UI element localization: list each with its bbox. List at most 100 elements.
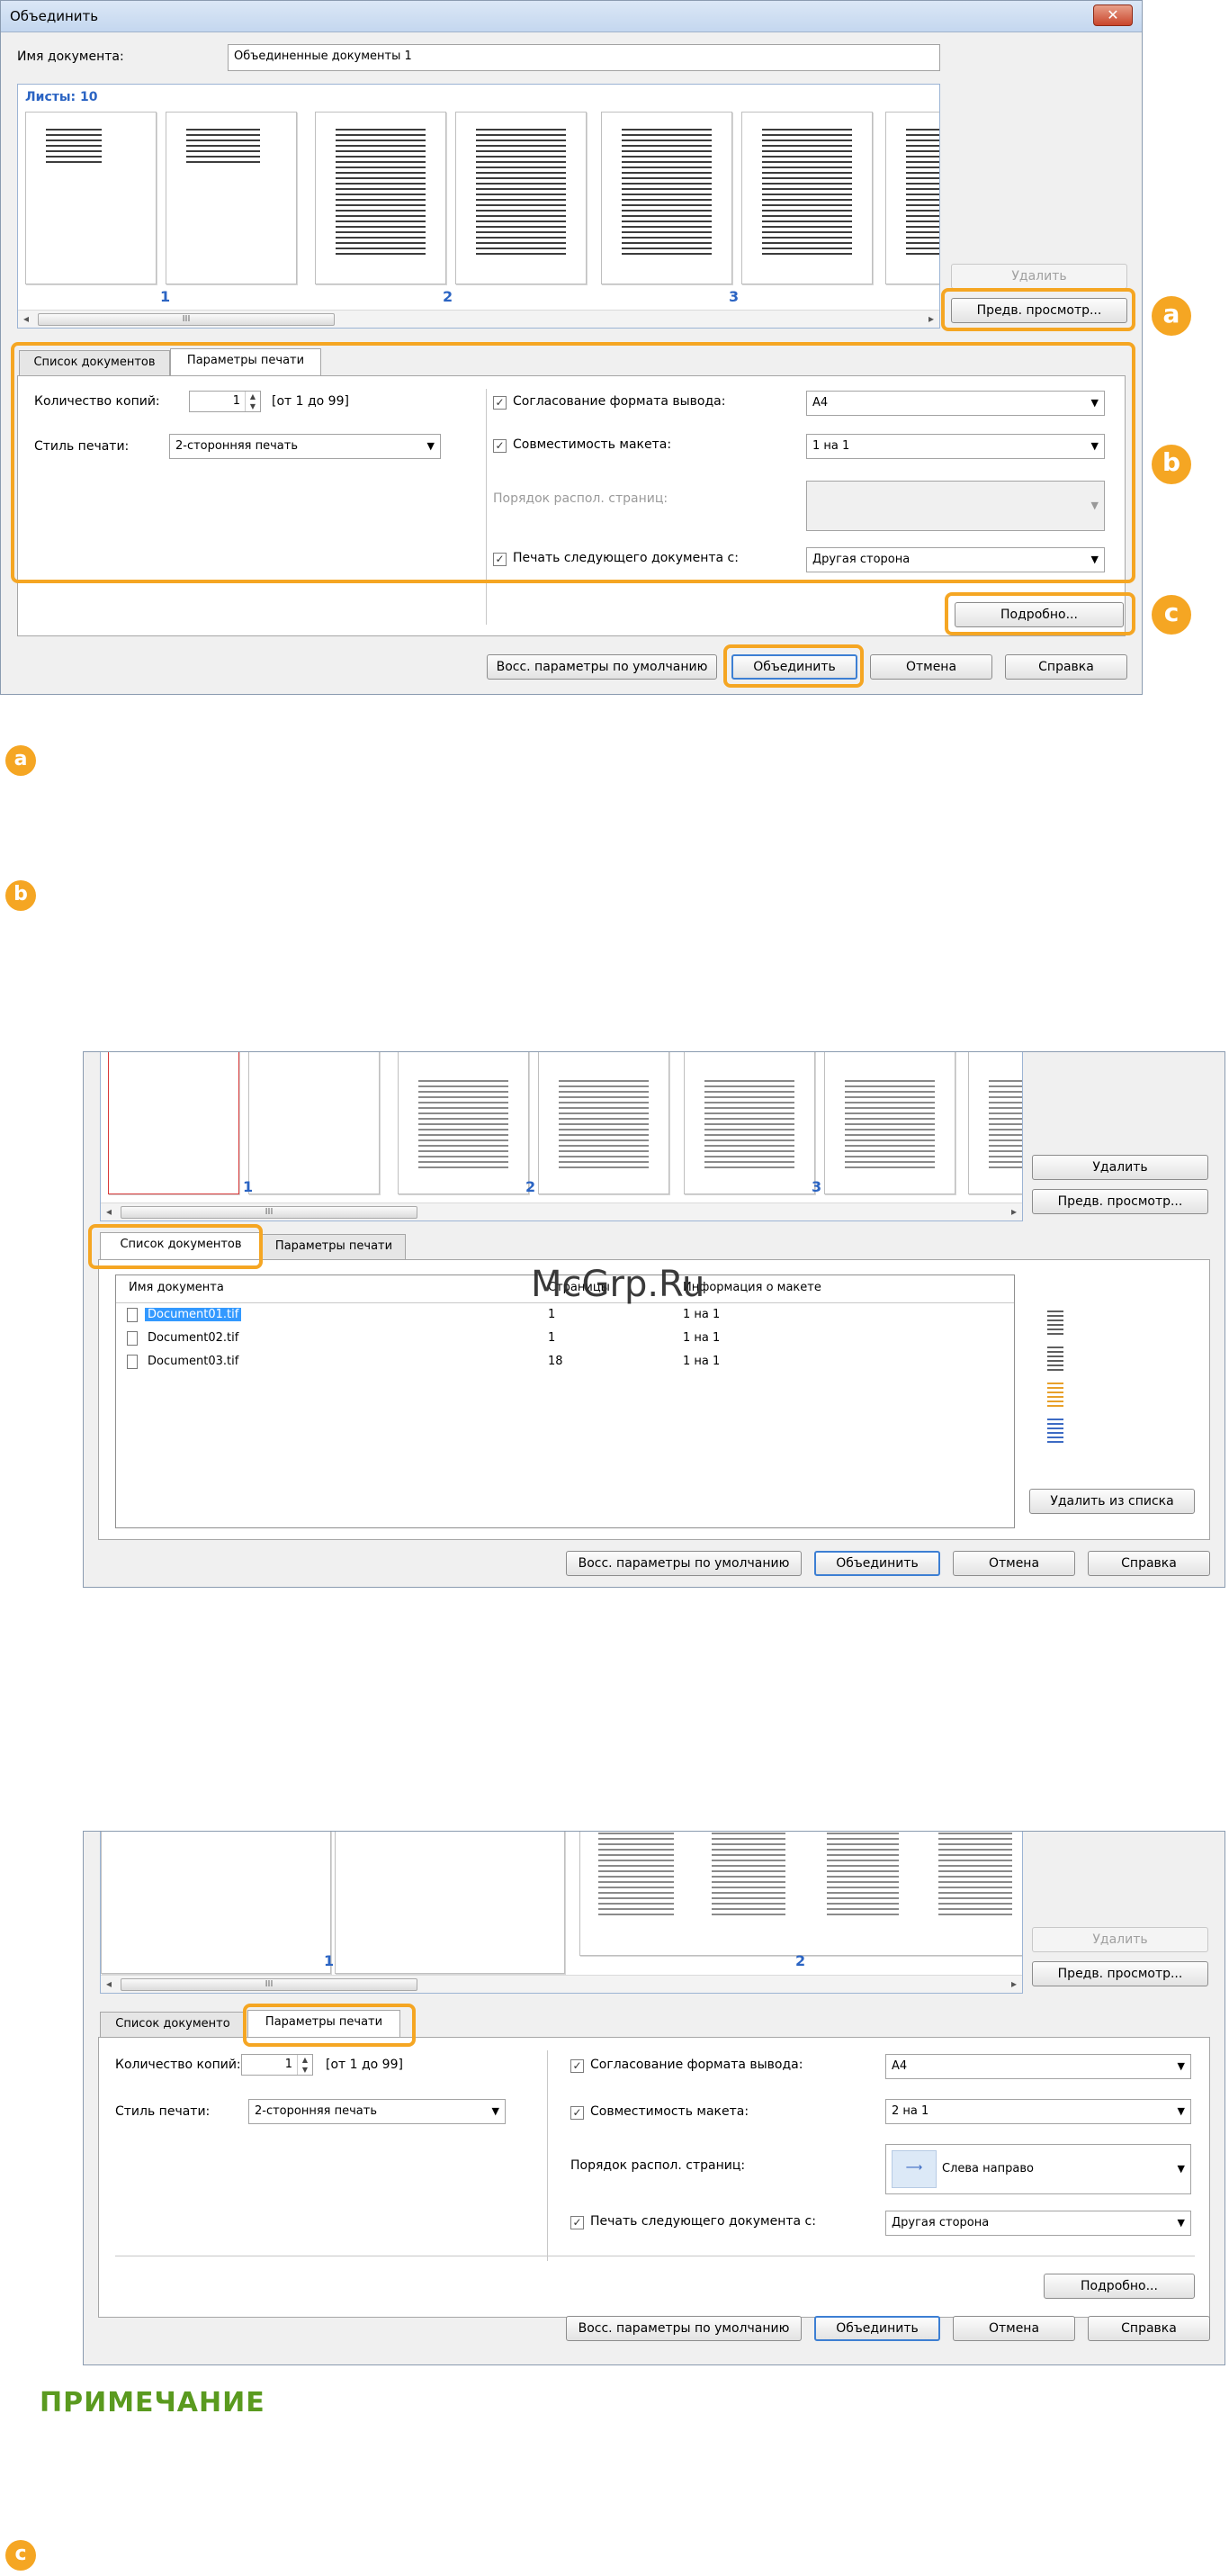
print-style-select[interactable]: 2-сторонняя печать ▼ [248,2099,506,2124]
document-icon [127,1355,138,1369]
copies-value: 1 [284,2058,292,2071]
next-doc-label: Печать следующего документа с: [590,2214,816,2229]
next-doc-checkbox[interactable]: ✓ [570,2216,584,2229]
table-row[interactable]: Document01.tif [145,1308,242,1321]
scroll-thumb[interactable]: III [121,1206,417,1219]
chevron-down-icon: ▼ [1177,2060,1185,2072]
chevron-down-icon: ▼ [1177,2105,1185,2117]
page-thumbnail[interactable] [101,1832,331,1974]
help-button[interactable]: Справка [1088,1551,1210,1576]
copies-label: Количество копий: [115,2058,241,2072]
scroll-left-icon[interactable]: ◂ [106,1205,112,1218]
page-thumbnail[interactable] [455,112,587,284]
help-button[interactable]: Справка [1005,654,1127,680]
page-thumbnail[interactable] [684,1052,815,1194]
page-thumbnail[interactable] [25,112,157,284]
table-row[interactable]: Document03.tif [148,1355,238,1368]
print-settings-panel: Количество копий: 1 ▲ ▼ [от 1 до 99] Стил… [98,2037,1210,2318]
layout-compat-checkbox[interactable]: ✓ [570,2106,584,2120]
watermark: McGrp.Ru [531,1264,705,1305]
horizontal-scrollbar[interactable]: ◂ III ▸ [101,1975,1022,1993]
document-icon [127,1331,138,1346]
scroll-right-icon[interactable]: ▸ [928,312,934,325]
page-thumbnail[interactable] [108,1052,239,1194]
column-header-name[interactable]: Имя документа [129,1281,224,1294]
move-top-icon[interactable] [1047,1311,1063,1338]
scroll-right-icon[interactable]: ▸ [1011,1977,1017,1990]
scroll-right-icon[interactable]: ▸ [1011,1205,1017,1218]
preview-button[interactable]: Предв. просмотр... [1032,1189,1208,1214]
page-thumbnail[interactable] [579,1832,1022,1956]
remove-from-list-button[interactable]: Удалить из списка [1029,1489,1195,1514]
scroll-left-icon[interactable]: ◂ [106,1977,112,1990]
details-button[interactable]: Подробно... [1044,2274,1195,2299]
restore-defaults-button[interactable]: Восс. параметры по умолчанию [487,654,717,680]
help-button[interactable]: Справка [1088,2316,1210,2341]
layout-compat-select[interactable]: 2 на 1 ▼ [885,2099,1191,2124]
scroll-left-icon[interactable]: ◂ [23,312,29,325]
match-format-value: А4 [892,2059,908,2073]
page-thumbnail[interactable] [601,112,732,284]
move-up-icon[interactable] [1047,1347,1063,1374]
page-number: 1 [243,1178,254,1195]
document-list[interactable]: Имя документа Страницы Информация о маке… [115,1274,1015,1528]
restore-defaults-button[interactable]: Восс. параметры по умолчанию [566,1551,802,1576]
highlight-merge [723,644,864,688]
thumbnail-area[interactable]: 1 2 3 ◂ III ▸ [100,1052,1023,1221]
thumbnail-area[interactable]: Листы: 10 1 2 3 ◂ III ▸ [17,84,940,329]
highlight-b [11,342,1135,583]
page-thumbnail[interactable] [741,112,873,284]
page-thumbnail[interactable] [248,1052,380,1194]
page-thumbnail[interactable] [398,1052,529,1194]
scroll-thumb[interactable]: III [38,313,335,326]
badge-c: c [1152,595,1191,635]
horizontal-scrollbar[interactable]: ◂ III ▸ [18,310,939,328]
page-thumbnail[interactable] [824,1052,955,1194]
match-format-checkbox[interactable]: ✓ [570,2059,584,2073]
doc-name-field[interactable]: Объединенные документы 1 [228,44,940,71]
page-number: 3 [729,288,740,305]
tab-document-list[interactable]: Список документо [100,2012,246,2037]
chevron-down-icon: ▼ [491,2105,499,2117]
preview-button[interactable]: Предв. просмотр... [1032,1961,1208,1986]
row-pages: 1 [548,1331,556,1345]
copies-stepper[interactable]: 1 ▲ ▼ [241,2054,313,2076]
print-style-label: Стиль печати: [115,2104,211,2119]
horizontal-scrollbar[interactable]: ◂ III ▸ [101,1202,1022,1220]
page-thumbnail[interactable] [335,1832,565,1974]
delete-button[interactable]: Удалить [1032,1927,1208,1952]
page-number: 2 [525,1178,536,1195]
thumbnail-area[interactable]: 1 2 ◂ III ▸ [100,1832,1023,1994]
page-number: 1 [324,1952,335,1969]
next-doc-value: Другая сторона [892,2216,990,2229]
table-row[interactable]: Document02.tif [148,1331,238,1345]
merge-button[interactable]: Объединить [814,1551,940,1576]
page-thumbnail[interactable] [166,112,297,284]
close-button[interactable]: ✕ [1093,5,1133,26]
match-format-select[interactable]: А4 ▼ [885,2054,1191,2079]
delete-button[interactable]: Удалить [1032,1155,1208,1180]
page-thumbnail[interactable] [315,112,446,284]
delete-button[interactable]: Удалить [951,264,1127,289]
print-settings-dialog: 1 2 ◂ III ▸ Удалить Предв. просмотр... С… [83,1831,1225,2365]
merge-button[interactable]: Объединить [814,2316,940,2341]
cancel-button[interactable]: Отмена [953,2316,1075,2341]
badge-b-text: b [5,880,36,911]
page-thumbnail[interactable] [885,112,939,284]
updown-icon[interactable]: ▲ ▼ [297,2055,312,2075]
doc-name-label: Имя документа: [17,50,124,64]
restore-defaults-button[interactable]: Восс. параметры по умолчанию [566,2316,802,2341]
page-order-select[interactable]: ⟶ Слева направо ▼ [885,2144,1191,2194]
badge-a-text: a [5,745,36,776]
move-down-icon[interactable] [1047,1383,1063,1410]
next-doc-select[interactable]: Другая сторона ▼ [885,2211,1191,2236]
page-thumbnail[interactable] [538,1052,669,1194]
move-bottom-icon[interactable] [1047,1419,1063,1446]
tab-print-settings[interactable]: Параметры печати [262,1234,406,1259]
cancel-button[interactable]: Отмена [953,1551,1075,1576]
row-layout: 1 на 1 [683,1355,721,1368]
scroll-thumb[interactable]: III [121,1978,417,1991]
chevron-down-icon: ▼ [1177,2163,1185,2175]
page-thumbnail[interactable] [968,1052,1022,1194]
cancel-button[interactable]: Отмена [870,654,992,680]
